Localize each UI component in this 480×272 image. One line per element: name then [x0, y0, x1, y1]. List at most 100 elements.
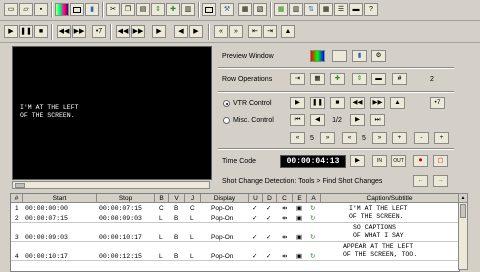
next-scene-button[interactable]: »: [229, 25, 243, 38]
frame-icon[interactable]: [202, 3, 216, 16]
col-header-stop[interactable]: Stop: [97, 194, 155, 203]
split-icon[interactable]: ⇕: [151, 3, 165, 16]
misc-next-button[interactable]: ▶: [350, 114, 365, 126]
preview-color-icon[interactable]: [310, 50, 325, 62]
step-forward-button[interactable]: ▶: [189, 25, 203, 38]
center-icon[interactable]: ⇹: [282, 253, 287, 261]
scroll-thumb[interactable]: [460, 204, 466, 218]
step-back-button[interactable]: ◀: [174, 25, 188, 38]
misc-last-button[interactable]: ⏭: [370, 114, 385, 126]
ruler-icon[interactable]: ▬: [349, 3, 363, 16]
set-in-button[interactable]: ⇤: [248, 25, 262, 38]
new-icon[interactable]: ▭: [4, 3, 18, 16]
next-caption-button[interactable]: ▶▶: [131, 25, 145, 38]
cut-icon[interactable]: ✂: [106, 3, 120, 16]
caption-cell[interactable]: I'M AT THE LEFT OF THE SCREEN.: [349, 205, 408, 221]
row-color-icon[interactable]: ▦: [310, 73, 325, 85]
display-cell[interactable]: Pop-On: [211, 234, 233, 242]
vtr-pause-button[interactable]: ❚❚: [310, 97, 325, 109]
up-icon[interactable]: ✓: [252, 253, 257, 261]
record-stop-button[interactable]: ▢: [433, 155, 448, 167]
display-cell[interactable]: Pop-On: [211, 205, 233, 213]
caption-cell[interactable]: APPEAR AT THE LEFT OF THE SCREEN, TOO.: [343, 243, 417, 259]
center-icon[interactable]: ⇹: [282, 205, 287, 213]
prev-caption-button[interactable]: ◀◀: [116, 25, 130, 38]
blank-icon[interactable]: [70, 3, 84, 16]
v-cell[interactable]: B: [174, 234, 178, 242]
paste-icon[interactable]: ▤: [136, 3, 150, 16]
vtr-forward-button[interactable]: ▶▶: [370, 97, 385, 109]
vtr-play-button[interactable]: ▶: [290, 97, 305, 109]
edit-icon[interactable]: ▣: [296, 253, 302, 261]
eject-button[interactable]: ▲: [281, 25, 295, 38]
b-cell[interactable]: L: [159, 234, 163, 242]
b-cell[interactable]: L: [159, 215, 163, 223]
col-header-b[interactable]: B: [155, 194, 169, 203]
edit-icon[interactable]: ▣: [296, 234, 302, 242]
list-alt-icon[interactable]: ▧: [253, 3, 267, 16]
stack-icon[interactable]: ☰: [334, 3, 348, 16]
col-header-c[interactable]: C: [277, 194, 293, 203]
start-cell[interactable]: 00:00:10:17: [25, 253, 68, 261]
preview-blank-icon[interactable]: [332, 50, 347, 62]
v-cell[interactable]: B: [174, 205, 178, 213]
save-icon[interactable]: ▪: [34, 3, 48, 16]
col-header-number[interactable]: #: [11, 194, 23, 203]
col-header-j[interactable]: J: [185, 194, 201, 203]
set-out-button[interactable]: ⇥: [263, 25, 277, 38]
up-icon[interactable]: ✓: [252, 205, 257, 213]
row-insert-icon[interactable]: ⇥: [290, 73, 305, 85]
row-split-icon[interactable]: ✚: [330, 73, 345, 85]
row-number-button[interactable]: #: [392, 73, 407, 85]
refresh-icon[interactable]: ↻: [310, 205, 315, 213]
list-icon[interactable]: ▦: [238, 3, 252, 16]
align-alt-icon[interactable]: ▥: [289, 3, 303, 16]
wand-icon[interactable]: ⚒: [220, 3, 234, 16]
help-icon[interactable]: ?: [364, 3, 378, 16]
vtr-jump-button[interactable]: •7: [430, 97, 445, 109]
jump-button[interactable]: •7: [92, 25, 106, 38]
color-bars-icon[interactable]: [55, 3, 69, 16]
step-back-b-button[interactable]: «: [342, 132, 357, 144]
col-header-v[interactable]: V: [169, 194, 185, 203]
row-delete-icon[interactable]: ▬: [371, 73, 386, 85]
col-header-caption[interactable]: Caption/Subtitle: [321, 194, 459, 203]
up-icon[interactable]: ✓: [252, 234, 257, 242]
plus-button[interactable]: +: [392, 132, 407, 144]
book-icon[interactable]: ▮: [85, 3, 99, 16]
v-cell[interactable]: B: [174, 215, 178, 223]
down-icon[interactable]: ✓: [266, 253, 271, 261]
vtr-stop-button[interactable]: ■: [330, 97, 345, 109]
stop-cell[interactable]: 00:00:07:15: [99, 205, 142, 213]
col-header-start[interactable]: Start: [23, 194, 97, 203]
v-cell[interactable]: B: [174, 253, 178, 261]
start-cell[interactable]: 00:00:00:00: [25, 205, 68, 213]
col-header-a[interactable]: A: [307, 194, 321, 203]
timecode-play-button[interactable]: ▶: [350, 155, 365, 167]
fast-forward-button[interactable]: ▶▶: [72, 25, 86, 38]
grid-icon[interactable]: ▦: [319, 3, 333, 16]
stop-cell[interactable]: 00:00:10:17: [99, 234, 142, 242]
prev-scene-button[interactable]: «: [214, 25, 228, 38]
preview-tool-icon[interactable]: ⚙: [371, 50, 386, 62]
pause-button[interactable]: ❚❚: [19, 25, 33, 38]
table-scrollbar[interactable]: ▲: [458, 193, 468, 270]
open-icon[interactable]: ▱: [19, 3, 33, 16]
down-icon[interactable]: ✓: [266, 234, 271, 242]
misc-control-radio[interactable]: [223, 117, 230, 124]
vtr-rewind-button[interactable]: ◀◀: [350, 97, 365, 109]
edit-icon[interactable]: ▣: [296, 205, 302, 213]
add-button[interactable]: +: [434, 132, 449, 144]
j-cell[interactable]: L: [190, 215, 194, 223]
center-icon[interactable]: ⇹: [282, 234, 287, 242]
start-cell[interactable]: 00:00:07:15: [25, 215, 68, 223]
stop-button[interactable]: ■: [34, 25, 48, 38]
refresh-icon[interactable]: ↻: [310, 234, 315, 242]
row-merge-icon[interactable]: ⇕: [352, 73, 367, 85]
step-forward-b-button[interactable]: »: [372, 132, 387, 144]
misc-first-button[interactable]: ⏮: [290, 114, 305, 126]
center-icon[interactable]: ⇹: [282, 215, 287, 223]
b-cell[interactable]: L: [159, 253, 163, 261]
col-header-u[interactable]: U: [249, 194, 263, 203]
minus-button[interactable]: -: [414, 132, 429, 144]
